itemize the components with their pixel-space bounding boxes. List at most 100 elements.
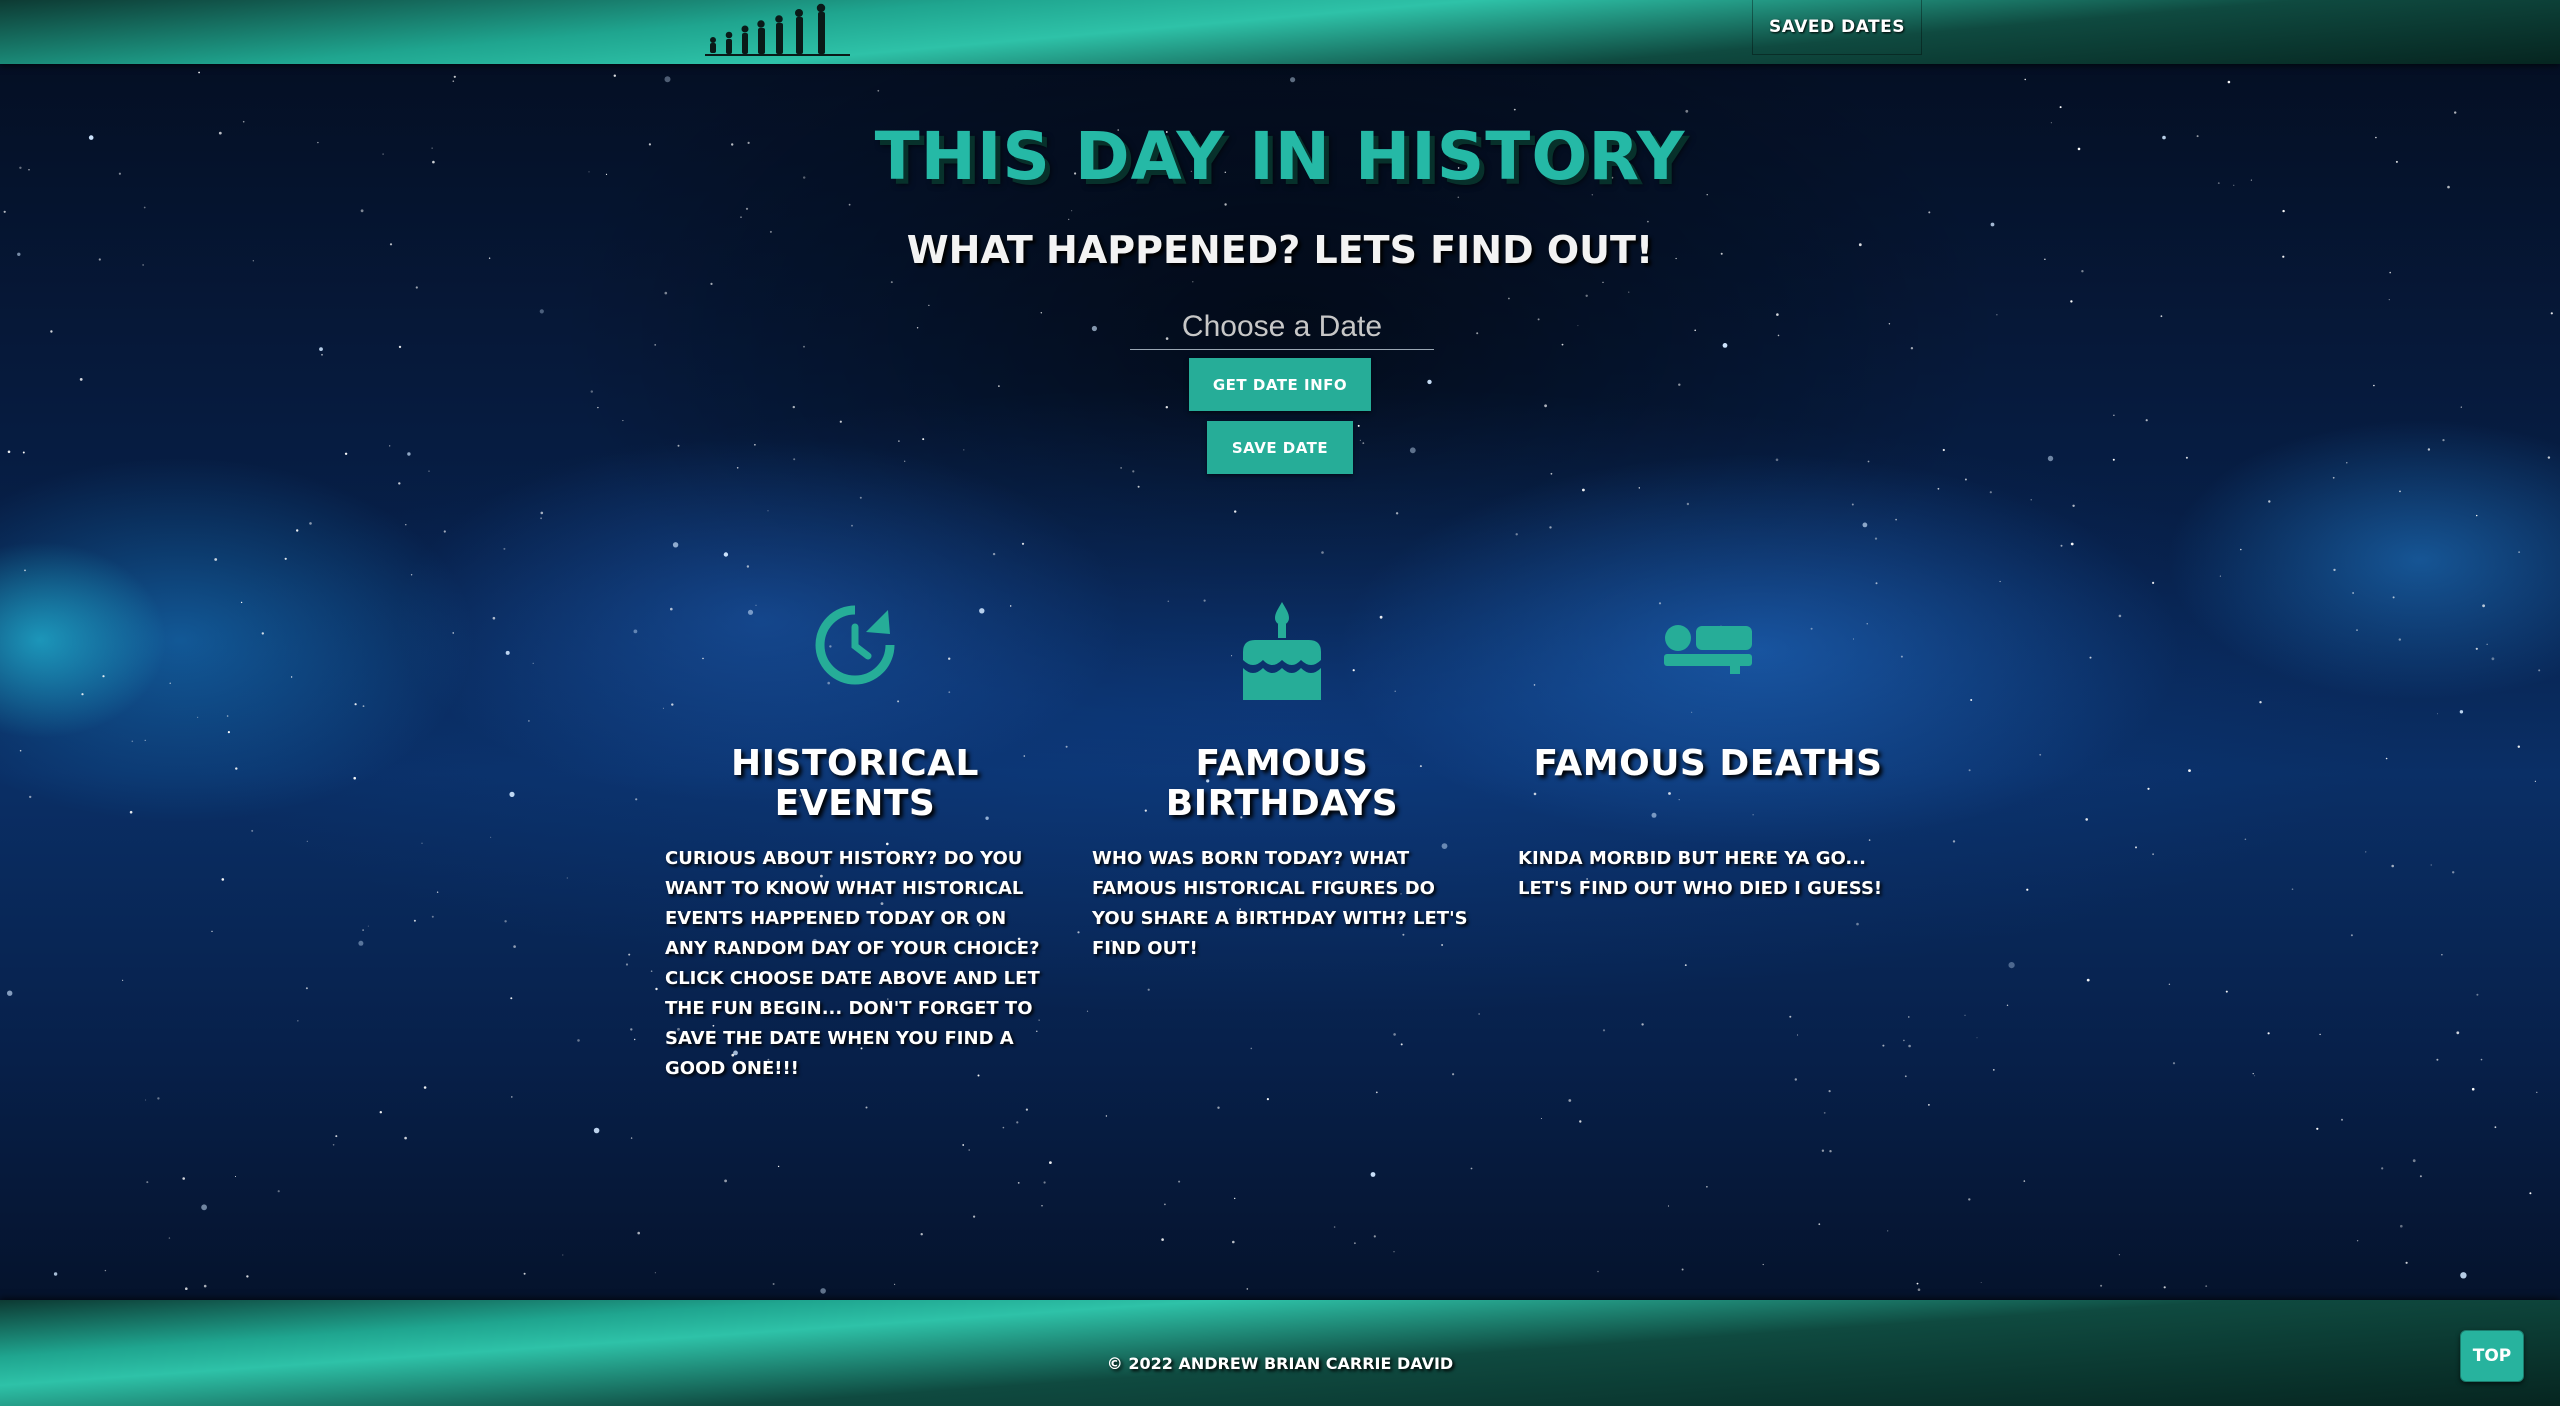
star — [415, 286, 418, 289]
save-date-button[interactable]: SAVE DATE — [1207, 421, 1353, 474]
star — [1086, 1010, 1089, 1012]
star — [2460, 406, 2462, 408]
star — [2381, 1167, 2384, 1170]
star — [1928, 1104, 1930, 1106]
star — [792, 405, 795, 409]
star — [235, 767, 238, 770]
star — [664, 76, 671, 83]
date-input[interactable] — [1130, 305, 1434, 350]
star — [1888, 323, 1891, 325]
star — [1628, 291, 1630, 293]
star — [2460, 1272, 2467, 1279]
star — [859, 496, 862, 499]
star — [421, 842, 423, 844]
star — [904, 460, 906, 462]
star — [1990, 222, 1995, 227]
get-date-info-button[interactable]: GET DATE INFO — [1189, 358, 1371, 411]
star — [7, 990, 13, 996]
star — [261, 632, 264, 635]
star — [1017, 1182, 1020, 1184]
star — [1217, 1106, 1220, 1109]
star — [628, 953, 631, 956]
star — [2086, 978, 2090, 982]
star — [1895, 518, 1897, 521]
star — [2442, 439, 2445, 442]
star — [664, 291, 668, 295]
star — [1161, 1238, 1164, 1241]
star — [1192, 281, 1194, 283]
star — [724, 1179, 727, 1183]
feature-famous-deaths: FAMOUS DEATHS KINDA MORBID BUT HERE YA G… — [1518, 600, 1898, 899]
star — [2316, 1127, 2319, 1130]
star — [2282, 209, 2285, 213]
feature-title: FAMOUS BIRTHDAYS — [1165, 743, 1399, 824]
star — [1041, 1205, 1043, 1207]
star — [201, 1204, 208, 1211]
star — [2039, 753, 2042, 756]
feature-title: HISTORICAL EVENTS — [731, 743, 979, 824]
star — [1147, 988, 1150, 991]
feature-text: CURIOUS ABOUT HISTORY? DO YOU WANT TO KN… — [665, 848, 1040, 1079]
star — [634, 1038, 636, 1041]
star — [1373, 1235, 1376, 1238]
star — [2486, 643, 2488, 645]
back-to-top-button[interactable]: TOP — [2460, 1330, 2524, 1382]
star — [1234, 1197, 1236, 1200]
star — [2529, 1192, 2532, 1195]
star — [851, 524, 853, 527]
star — [630, 1028, 633, 1031]
star — [1359, 439, 1361, 441]
star — [1818, 1223, 1821, 1226]
star — [1224, 203, 1227, 206]
star — [321, 353, 323, 356]
star — [803, 345, 805, 348]
star — [2346, 462, 2348, 464]
star — [1722, 343, 1728, 348]
star — [1602, 1029, 1606, 1032]
star — [1928, 211, 1931, 214]
saved-dates-link[interactable]: SAVED DATES — [1752, 0, 1922, 55]
star — [767, 510, 769, 512]
star — [1393, 1033, 1396, 1036]
star — [540, 511, 544, 515]
star — [1706, 1186, 1708, 1188]
star — [203, 1284, 207, 1288]
star — [2491, 657, 2495, 661]
star — [452, 632, 454, 634]
top-navbar: SAVED DATES — [0, 0, 2560, 64]
star — [1508, 297, 1510, 300]
star — [2352, 592, 2355, 594]
star — [1476, 332, 1479, 335]
star — [894, 1283, 896, 1285]
star — [505, 650, 510, 655]
star — [2135, 846, 2137, 849]
star — [898, 440, 900, 442]
star — [671, 703, 674, 706]
star — [897, 700, 900, 703]
star — [2441, 954, 2443, 956]
star — [1577, 325, 1579, 327]
star — [1942, 448, 1945, 452]
star — [1025, 1108, 1028, 1111]
star — [2147, 787, 2150, 790]
star — [968, 1149, 970, 1151]
star — [2291, 888, 2294, 890]
star — [1917, 1288, 1921, 1291]
star — [428, 470, 430, 472]
star — [2185, 456, 2188, 459]
feature-title: FAMOUS DEATHS — [1533, 743, 1883, 784]
star — [2030, 499, 2032, 501]
star — [1234, 510, 1237, 513]
star — [2494, 1126, 2497, 1129]
star — [1908, 1044, 1911, 1048]
star — [344, 452, 348, 455]
star — [1478, 1013, 1480, 1015]
star — [2454, 111, 2457, 114]
star — [1900, 655, 1903, 658]
star — [1246, 1288, 1249, 1290]
star — [948, 691, 951, 694]
star — [1691, 711, 1693, 713]
star — [2240, 548, 2242, 551]
star — [1395, 512, 1399, 515]
star — [1178, 1180, 1181, 1183]
